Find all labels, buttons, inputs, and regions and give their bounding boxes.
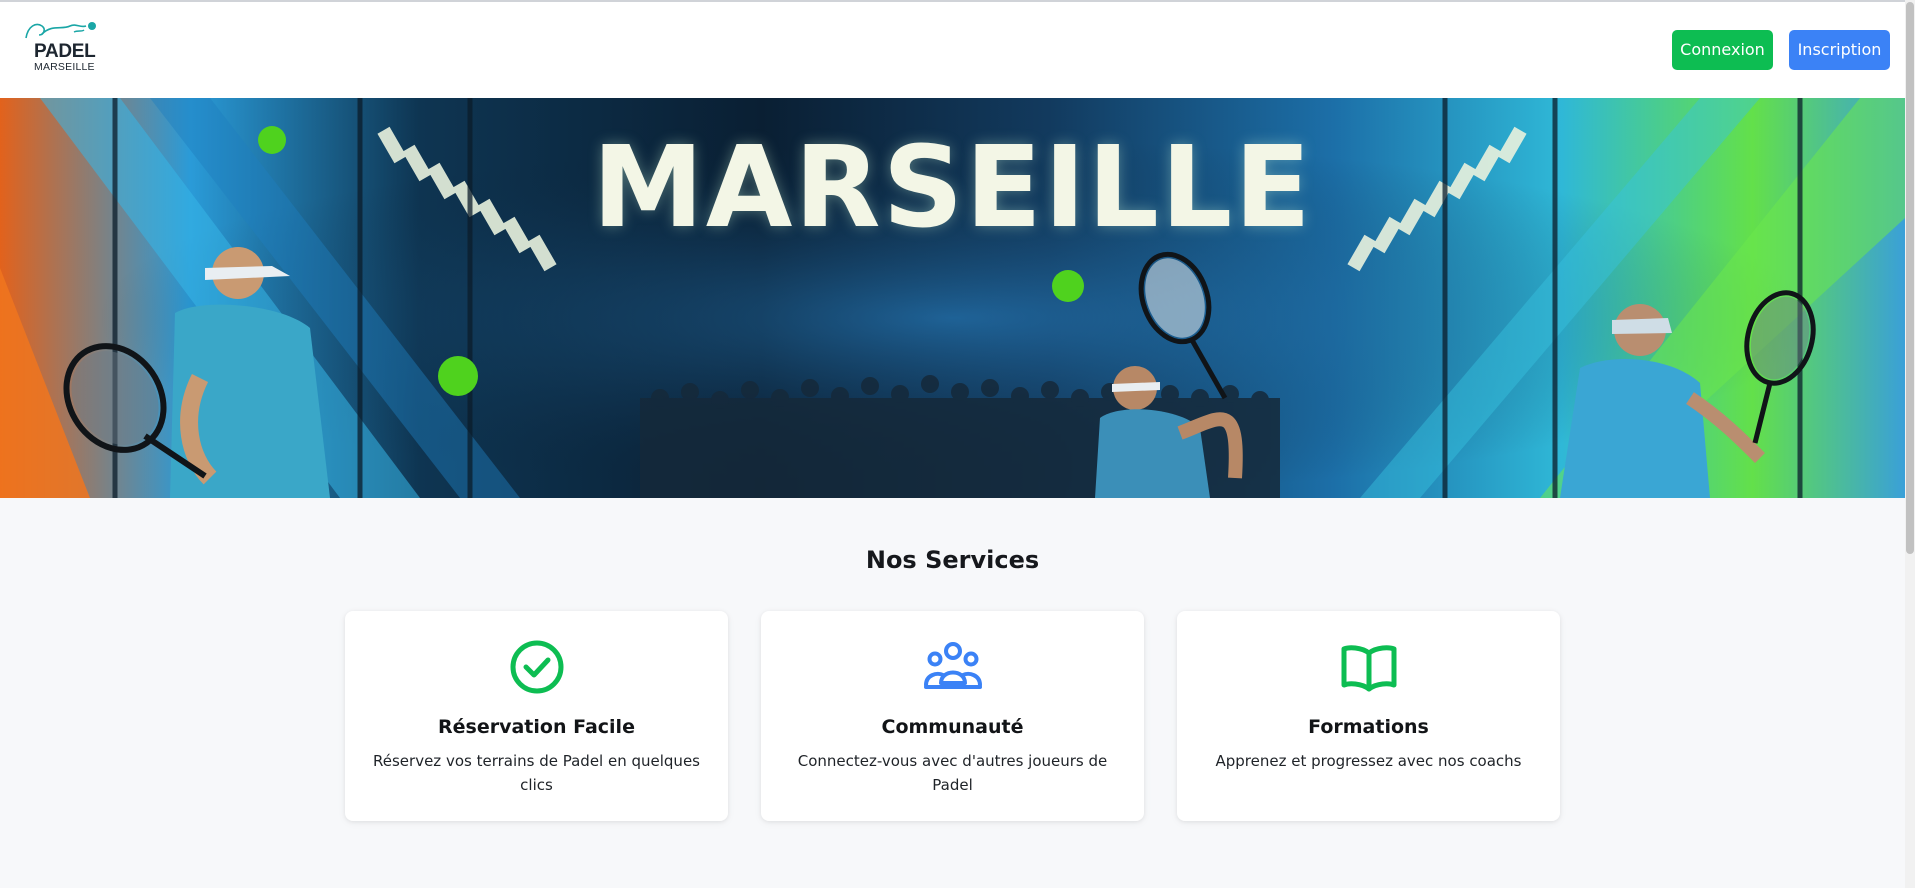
hero-title: MARSEILLE: [592, 123, 1313, 253]
service-card-reservation: Réservation Facile Réservez vos terrains…: [345, 611, 728, 821]
site-logo[interactable]: PADEL MARSEILLE: [22, 20, 104, 76]
service-card-training: Formations Apprenez et progressez avec n…: [1177, 611, 1560, 821]
scrollbar-thumb[interactable]: [1906, 2, 1914, 554]
users-group-icon: [924, 642, 982, 689]
signup-button[interactable]: Inscription: [1789, 30, 1890, 70]
service-card-title: Communauté: [881, 716, 1024, 738]
service-card-community: Communauté Connectez-vous avec d'autres …: [761, 611, 1144, 821]
check-circle-icon: [510, 640, 564, 694]
service-card-description: Apprenez et progressez avec nos coachs: [1215, 752, 1522, 770]
service-card-title: Réservation Facile: [438, 716, 635, 738]
service-card-title: Formations: [1308, 716, 1429, 738]
navbar: PADEL MARSEILLE Connexion Inscription: [0, 2, 1905, 98]
service-card-description: Réservez vos terrains de Padel en quelqu…: [373, 752, 700, 794]
services-heading: Nos Services: [865, 546, 1040, 574]
page: PADEL MARSEILLE Connexion Inscription MA…: [0, 0, 1915, 888]
logo-subtitle: MARSEILLE: [34, 61, 95, 73]
logo-wordmark: PADEL: [34, 41, 96, 62]
hero-banner: MARSEILLE: [0, 98, 1905, 498]
page-scrollbar[interactable]: [1905, 0, 1915, 888]
login-button[interactable]: Connexion: [1672, 30, 1773, 70]
service-card-description: Connectez-vous avec d'autres joueurs de …: [797, 752, 1108, 794]
open-book-icon: [1341, 645, 1397, 692]
